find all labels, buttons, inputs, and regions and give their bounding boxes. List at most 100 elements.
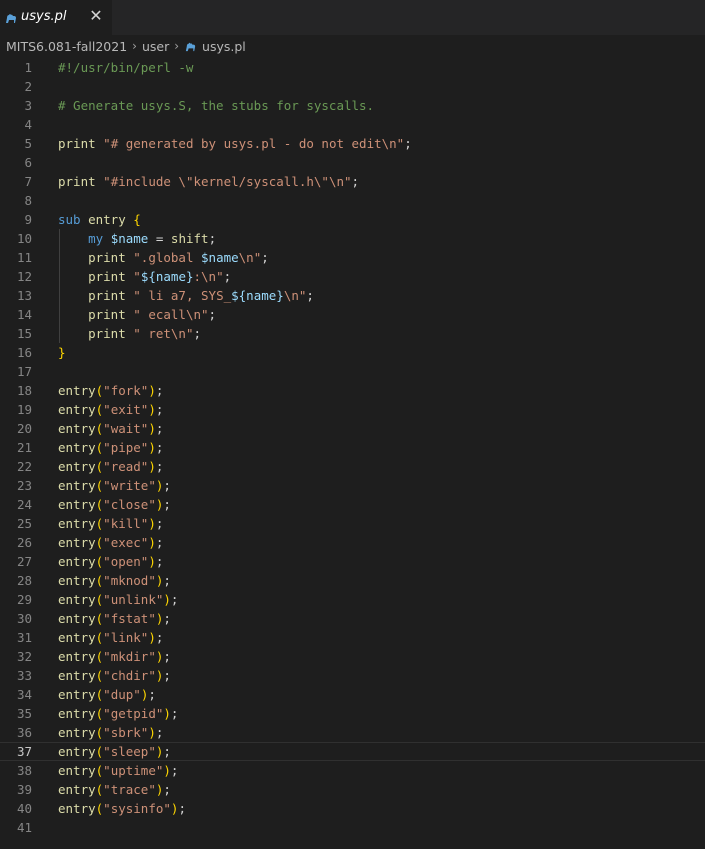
code-token-func: print — [88, 307, 126, 322]
code-line[interactable]: 12 print "${name}:\n"; — [0, 267, 705, 286]
code-token-brace: ) — [148, 459, 156, 474]
line-number: 14 — [16, 307, 32, 322]
code-text: # Generate usys.S, the stubs for syscall… — [58, 96, 374, 115]
line-number: 25 — [16, 516, 32, 531]
code-token-string: "chdir" — [103, 668, 156, 683]
code-text: } — [58, 343, 66, 362]
line-number: 29 — [16, 592, 32, 607]
code-token-plain: ; — [155, 440, 164, 455]
code-line[interactable]: 23 entry("write"); — [0, 476, 705, 495]
code-token-plain: ; — [163, 497, 171, 512]
code-token-plain: ; — [155, 402, 164, 417]
code-line[interactable]: 31 entry("link"); — [0, 628, 705, 647]
code-text: entry("sbrk"); — [58, 723, 163, 742]
line-number: 34 — [16, 687, 32, 702]
code-text: entry("write"); — [58, 476, 171, 495]
code-line[interactable]: 9 sub entry { — [0, 210, 705, 229]
code-line[interactable]: 16} — [0, 343, 705, 362]
line-number: 39 — [16, 782, 32, 797]
code-line[interactable]: 30 entry("fstat"); — [0, 609, 705, 628]
code-line[interactable]: 33 entry("chdir"); — [0, 666, 705, 685]
code-line[interactable]: 13 print " li a7, SYS_${name}\n"; — [0, 286, 705, 305]
code-line[interactable]: 7 print "#include \"kernel/syscall.h\"\n"… — [0, 172, 705, 191]
code-token-plain: ; — [163, 649, 171, 664]
code-token-plain: ; — [163, 573, 171, 588]
code-token-plain: ; — [163, 611, 171, 626]
code-line[interactable]: 3 # Generate usys.S, the stubs for syscal… — [0, 96, 705, 115]
code-token-func: entry — [58, 630, 96, 645]
code-line[interactable]: 40 entry("sysinfo"); — [0, 799, 705, 818]
code-line[interactable]: 29 entry("unlink"); — [0, 590, 705, 609]
code-token-string: \n" — [238, 250, 262, 265]
code-line[interactable]: 35 entry("getpid"); — [0, 704, 705, 723]
code-token-string: "mkdir" — [103, 649, 156, 664]
code-token-func: print — [88, 269, 126, 284]
code-line[interactable]: 5 print "# generated by usys.pl - do not … — [0, 134, 705, 153]
code-token-string: " ecall\n" — [133, 307, 209, 322]
breadcrumb-folder-user[interactable]: user — [142, 39, 169, 54]
code-text: print " ret\n"; — [58, 324, 201, 343]
code-line[interactable]: 37 entry("sleep"); — [0, 742, 705, 761]
code-line[interactable]: 24 entry("close"); — [0, 495, 705, 514]
code-line[interactable]: 27 entry("open"); — [0, 552, 705, 571]
code-line[interactable]: 11 print ".global $name\n"; — [0, 248, 705, 267]
code-line[interactable]: 38 entry("uptime"); — [0, 761, 705, 780]
code-text: print "# generated by usys.pl - do not e… — [58, 134, 412, 153]
code-token-plain: ; — [223, 269, 232, 284]
code-line[interactable]: 39 entry("trace"); — [0, 780, 705, 799]
code-line[interactable]: 22 entry("read"); — [0, 457, 705, 476]
code-text: print ".global $name\n"; — [58, 248, 269, 267]
code-line[interactable]: 4 — [0, 115, 705, 134]
code-line[interactable]: 10 my $name = shift; — [0, 229, 705, 248]
code-line[interactable]: 14 print " ecall\n"; — [0, 305, 705, 324]
code-line[interactable]: 36 entry("sbrk"); — [0, 723, 705, 742]
code-line[interactable]: 19 entry("exit"); — [0, 400, 705, 419]
code-token-func: entry — [58, 478, 96, 493]
line-number: 37 — [16, 744, 32, 759]
code-token-keyword: my — [88, 231, 104, 246]
code-line[interactable]: 20 entry("wait"); — [0, 419, 705, 438]
code-line[interactable]: 28 entry("mknod"); — [0, 571, 705, 590]
code-line[interactable]: 41 — [0, 818, 705, 837]
code-text: entry("chdir"); — [58, 666, 171, 685]
code-editor[interactable]: 1 #!/usr/bin/perl -w 2 3 # Generate usys.S, … — [0, 58, 705, 849]
code-line[interactable]: 18 entry("fork"); — [0, 381, 705, 400]
code-token-brace: ) — [163, 592, 171, 607]
code-token-func: entry — [58, 440, 96, 455]
code-line[interactable]: 17 — [0, 362, 705, 381]
code-line[interactable]: 32 entry("mkdir"); — [0, 647, 705, 666]
code-line[interactable]: 21 entry("pipe"); — [0, 438, 705, 457]
code-line[interactable]: 26 entry("exec"); — [0, 533, 705, 552]
line-number: 20 — [16, 421, 32, 436]
code-token-comment: # Generate usys.S, the stubs for syscall… — [58, 98, 375, 113]
code-line[interactable]: 15 print " ret\n"; — [0, 324, 705, 343]
line-number: 35 — [16, 706, 32, 721]
close-icon[interactable]: ✕ — [88, 8, 104, 24]
code-token-func: entry — [58, 535, 96, 550]
code-line[interactable]: 8 — [0, 191, 705, 210]
line-number: 9 — [24, 212, 32, 227]
code-token-plain: ; — [351, 174, 360, 189]
code-token-string: "unlink" — [103, 592, 164, 607]
code-line[interactable]: 34 entry("dup"); — [0, 685, 705, 704]
code-token-func: entry — [58, 516, 96, 531]
code-token-string: "mknod" — [103, 573, 156, 588]
breadcrumb-file[interactable]: usys.pl — [184, 39, 246, 54]
line-number: 15 — [16, 326, 32, 341]
line-number: 33 — [16, 668, 32, 683]
code-token-brace: ) — [148, 383, 156, 398]
code-token-plain: ; — [208, 231, 217, 246]
code-token-plain: ; — [306, 288, 314, 303]
code-line[interactable]: 25 entry("kill"); — [0, 514, 705, 533]
code-line[interactable]: 6 — [0, 153, 705, 172]
code-token-plain: ; — [193, 326, 202, 341]
tab-usys-pl[interactable]: usys.pl ✕ — [0, 0, 112, 35]
line-number: 11 — [16, 250, 32, 265]
code-token-plain: ; — [155, 535, 164, 550]
code-token-brace: ) — [148, 402, 156, 417]
code-line[interactable]: 2 — [0, 77, 705, 96]
code-line[interactable]: 1 #!/usr/bin/perl -w — [0, 58, 705, 77]
breadcrumb-folder-root[interactable]: MITS6.081-fall2021 — [6, 39, 127, 54]
